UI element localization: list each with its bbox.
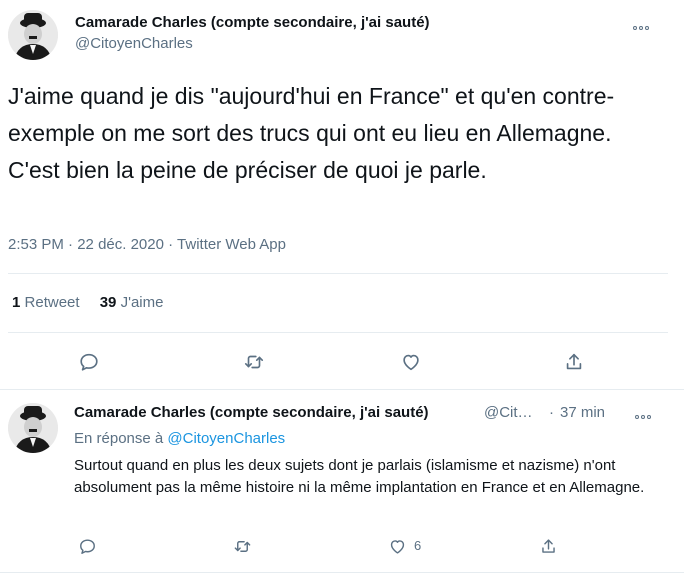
tweet-time[interactable]: 2:53 PM — [8, 236, 64, 253]
like-icon[interactable] — [397, 348, 425, 376]
like-label: J'aime — [120, 294, 164, 311]
meta-separator: · — [168, 236, 174, 253]
reply-like-count: 6 — [414, 538, 422, 553]
divider — [8, 332, 668, 333]
retweet-icon[interactable] — [228, 532, 256, 560]
retweet-label: Retweet — [24, 294, 80, 311]
retweet-stat[interactable]: 1 Retweet — [12, 294, 80, 311]
reply-to-prefix: En réponse à — [74, 430, 164, 447]
author-handle[interactable]: @CitoyenCharles — [75, 35, 193, 52]
like-count: 39 — [99, 294, 117, 311]
reply-to-line: En réponse à @CitoyenCharles — [74, 430, 285, 447]
divider — [0, 572, 684, 573]
tweet-stats: 1 Retweet 39 J'aime — [12, 294, 179, 311]
author-name[interactable]: Camarade Charles (compte secondaire, j'a… — [75, 14, 430, 31]
share-icon[interactable] — [560, 348, 588, 376]
reply-to-mention[interactable]: @CitoyenCharles — [167, 430, 285, 447]
avatar[interactable] — [8, 10, 58, 60]
like-icon[interactable] — [383, 532, 411, 560]
meta-separator: · — [68, 236, 74, 253]
divider — [8, 273, 668, 274]
tweet-meta: 2:53 PM · 22 déc. 2020 · Twitter Web App — [8, 236, 286, 253]
reply-icon[interactable] — [75, 348, 103, 376]
divider — [0, 389, 684, 390]
reply-author-name[interactable]: Camarade Charles (compte secondaire, j'a… — [74, 404, 429, 421]
more-icon[interactable] — [634, 407, 652, 422]
reply-author-handle[interactable]: @Cit… — [484, 404, 533, 421]
reply-time[interactable]: 37 min — [560, 404, 605, 421]
reply-separator: · — [549, 404, 554, 421]
retweet-icon[interactable] — [240, 348, 268, 376]
reply-text: Surtout quand en plus les deux sujets do… — [74, 457, 645, 496]
more-icon[interactable] — [632, 18, 650, 33]
reply-icon[interactable] — [73, 532, 101, 560]
avatar[interactable] — [8, 403, 58, 453]
tweet-date[interactable]: 22 déc. 2020 — [77, 236, 164, 253]
share-icon[interactable] — [534, 532, 562, 560]
tweet-source[interactable]: Twitter Web App — [177, 236, 286, 253]
retweet-count: 1 — [12, 294, 21, 311]
tweet-text: J'aime quand je dis "aujourd'hui en Fran… — [8, 83, 615, 183]
like-stat[interactable]: 39 J'aime — [100, 294, 164, 311]
